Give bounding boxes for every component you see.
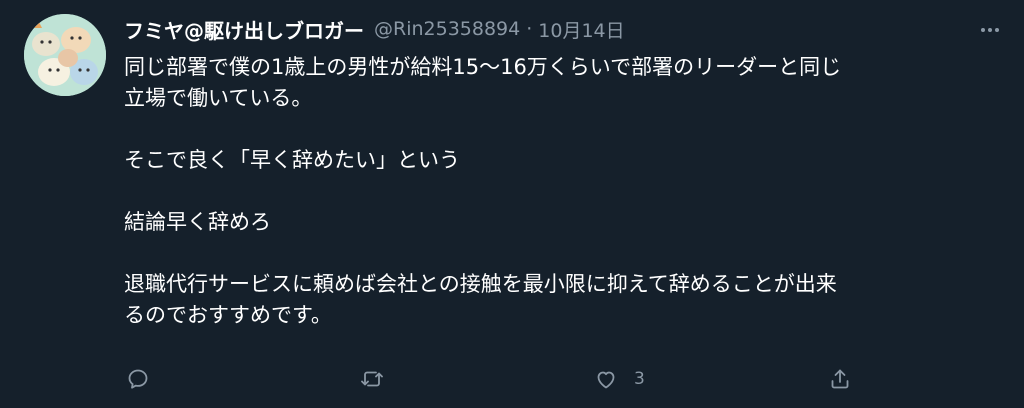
retweet-icon	[361, 371, 383, 387]
tweet-text: 同じ部署で僕の1歳上の男性が給料15〜16万くらいで部署のリーダーと同じ 立場で…	[124, 52, 1004, 331]
avatar[interactable]	[24, 14, 106, 96]
tweet-paragraph: 同じ部署で僕の1歳上の男性が給料15〜16万くらいで部署のリーダーと同じ 立場で…	[124, 55, 842, 110]
tweet-paragraph: そこで良く「早く辞めたい」という	[124, 148, 460, 172]
retweet-button[interactable]	[360, 364, 384, 394]
tweet-date[interactable]: 10月14日	[538, 16, 624, 43]
like-icon	[597, 371, 615, 389]
share-button[interactable]	[828, 364, 852, 394]
display-name[interactable]: フミヤ@駆け出しブロガー	[124, 15, 364, 44]
avatar-image	[24, 14, 106, 96]
separator-dot: ·	[526, 18, 533, 40]
tweet-actions: 3	[124, 364, 864, 394]
more-options-icon[interactable]	[978, 18, 1002, 42]
tweet[interactable]: フミヤ@駆け出しブロガー @Rin25358894 · 10月14日 同じ部署で…	[0, 0, 1024, 408]
reply-icon	[128, 369, 148, 389]
user-handle[interactable]: @Rin25358894	[374, 18, 520, 40]
tweet-paragraph: 退職代行サービスに頼めば会社との接触を最小限に抑えて辞めることが出来 るのでおす…	[124, 272, 837, 327]
tweet-header: フミヤ@駆け出しブロガー @Rin25358894 · 10月14日	[124, 14, 625, 44]
share-icon	[831, 369, 849, 389]
like-count: 3	[634, 369, 645, 389]
like-button[interactable]: 3	[594, 364, 645, 394]
reply-button[interactable]	[126, 364, 150, 394]
tweet-paragraph: 結論早く辞めろ	[124, 210, 271, 234]
